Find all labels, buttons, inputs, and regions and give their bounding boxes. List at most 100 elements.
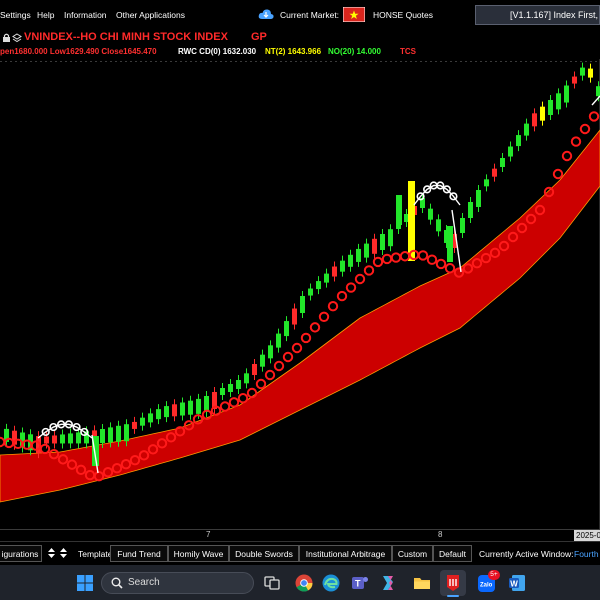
candlestick-chart[interactable] [0, 59, 600, 529]
trail-ring [327, 301, 339, 312]
candle-body [220, 388, 225, 395]
trail-ring [255, 378, 267, 390]
active-window-label: Currently Active Window: [479, 549, 574, 559]
candle-body [244, 373, 249, 384]
candle-body [204, 396, 209, 412]
candle-body [460, 218, 465, 233]
menu-information[interactable]: Information [64, 10, 107, 20]
quotes-source[interactable]: HONSE Quotes [373, 10, 433, 20]
candle-body [180, 402, 185, 416]
nt-readout: NT(2) 1643.966 [265, 47, 322, 56]
candle-body [44, 436, 49, 444]
candle-body [108, 427, 113, 443]
candle-body [564, 85, 569, 103]
copilot-icon[interactable] [379, 574, 397, 592]
cloud-icon[interactable] [258, 8, 274, 20]
candle-body [468, 202, 473, 218]
version-box: [V1.1.167] Index First, [475, 5, 600, 25]
svg-text:W: W [510, 579, 518, 588]
template-institutional-arbitrage-button[interactable]: Institutional Arbitrage [299, 545, 392, 562]
candle-body [100, 429, 105, 443]
candle-body [268, 345, 273, 359]
current-market-label: Current Market: [280, 10, 340, 20]
trail-ring [552, 168, 564, 180]
candle-body [52, 435, 57, 444]
trail-ring [300, 332, 312, 344]
svg-text:T: T [355, 579, 361, 589]
candle-body [124, 424, 129, 442]
lock-icon[interactable] [2, 33, 11, 42]
candle-body [60, 434, 65, 444]
x-axis-label-8: 8 [438, 530, 443, 539]
stock-app-icon[interactable] [445, 574, 461, 592]
trail-ring [264, 369, 276, 381]
candle-body [116, 425, 121, 442]
trail-ring [336, 290, 348, 302]
trail-ring [309, 322, 321, 333]
svg-text:Zalo: Zalo [480, 583, 493, 589]
template-custom-button[interactable]: Custom [392, 545, 433, 562]
candle-body [236, 380, 241, 389]
template-homily-wave-button[interactable]: Homily Wave [168, 545, 229, 562]
candle-body [300, 296, 305, 313]
configurations-button[interactable]: igurations [0, 545, 42, 562]
trail-ring [435, 258, 447, 270]
trail-ring [588, 111, 600, 122]
candle-body [428, 208, 433, 220]
candle-body [436, 219, 441, 232]
word-icon[interactable]: W [508, 574, 526, 592]
task-view-icon[interactable] [264, 575, 280, 591]
candle-body [68, 433, 73, 444]
edge-icon[interactable] [322, 574, 340, 592]
rwc-readout: RWC CD(0) 1632.030 [178, 47, 257, 56]
template-double-swords-button[interactable]: Double Swords [229, 545, 299, 562]
file-explorer-icon[interactable] [413, 574, 431, 592]
candle-body [447, 226, 453, 262]
trail-ring [417, 250, 429, 261]
template-label: Template [78, 549, 113, 559]
candle-body [516, 135, 521, 147]
taskbar-search-box[interactable]: Search [101, 572, 254, 594]
trail-ring [219, 401, 231, 412]
trail-ring [291, 342, 303, 354]
x-axis: 7 8 2025-0 [0, 529, 600, 541]
ring-trail-layer [0, 111, 600, 482]
candle-body [356, 248, 361, 262]
vietnam-flag-icon[interactable] [343, 7, 365, 22]
trail-ring [579, 123, 591, 135]
chrome-icon[interactable] [295, 574, 313, 592]
windows-taskbar: Search T Zalo 5+ W [0, 565, 600, 600]
menu-settings[interactable]: Settings [0, 10, 31, 20]
menu-help[interactable]: Help [37, 10, 54, 20]
candle-body [348, 254, 353, 267]
trail-ring [570, 136, 582, 147]
trail-ring [399, 251, 411, 262]
candle-body [172, 404, 177, 417]
candle-body [548, 100, 553, 115]
bottom-toolbar: igurations Template Fund Trend Homily Wa… [0, 541, 600, 565]
candle-body [76, 432, 81, 444]
active-app-indicator [447, 595, 459, 597]
layers-icon[interactable] [12, 33, 22, 43]
trail-ring [228, 397, 240, 408]
candle-body [228, 384, 233, 392]
chart-title-bar: VNINDEX--HO CHI MINH STOCK INDEX GP [0, 30, 600, 45]
template-default-button[interactable]: Default [433, 545, 472, 562]
ohlc-readout: pen1680.000 Low1629.490 Close1645.470 [0, 47, 157, 56]
candle-body [388, 229, 393, 247]
sort-arrows-icon[interactable] [47, 547, 69, 559]
trail-ring [444, 263, 456, 274]
candle-body [308, 288, 313, 296]
candle-body [164, 406, 169, 418]
trail-ring [246, 387, 258, 399]
windows-start-icon[interactable] [77, 575, 93, 591]
menu-other-applications[interactable]: Other Applications [116, 10, 185, 20]
active-window-value: Fourth [574, 549, 599, 559]
candle-body [492, 168, 497, 177]
candle-body [380, 234, 385, 250]
candle-body [332, 266, 337, 277]
template-fund-trend-button[interactable]: Fund Trend [110, 545, 168, 562]
trail-ring [318, 311, 330, 322]
index-title: VNINDEX--HO CHI MINH STOCK INDEX [24, 31, 228, 43]
teams-icon[interactable]: T [351, 574, 369, 592]
